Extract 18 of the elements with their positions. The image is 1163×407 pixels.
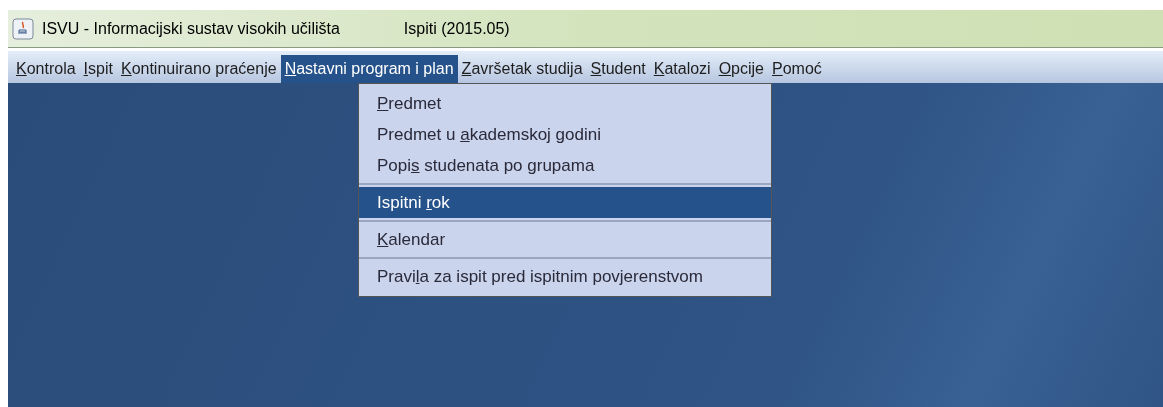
menu-item[interactable]: Opcije <box>714 55 768 83</box>
menu-item[interactable]: Student <box>586 55 650 83</box>
menu-option[interactable]: Kalendar <box>359 224 771 255</box>
window-title: ISVU - Informacijski sustav visokih učilišta <box>42 18 340 39</box>
menu-option[interactable]: Predmet u akademskoj godini <box>359 119 771 150</box>
menu-item[interactable]: Nastavni program i plan <box>280 55 458 83</box>
menu-item[interactable]: Kontrola <box>12 55 80 83</box>
menu-item[interactable]: Završetak studija <box>457 55 587 83</box>
menu-item[interactable]: Pomoć <box>768 55 826 83</box>
menu-option[interactable]: Popis studenata po grupama <box>359 150 771 181</box>
menu-option[interactable]: Ispitni rok <box>359 187 771 218</box>
window-subtitle: Ispiti (2015.05) <box>403 18 510 39</box>
menu-option[interactable]: Pravila za ispit pred ispitnim povjerenstvom <box>359 261 771 292</box>
menu-item[interactable]: Katalozi <box>649 55 715 83</box>
menu-option[interactable]: Predmet <box>359 88 771 119</box>
coffee-cup-icon <box>12 17 34 40</box>
menu-item[interactable]: Kontinuirano praćenje <box>116 55 281 83</box>
menu-item[interactable]: Ispit <box>79 55 117 83</box>
